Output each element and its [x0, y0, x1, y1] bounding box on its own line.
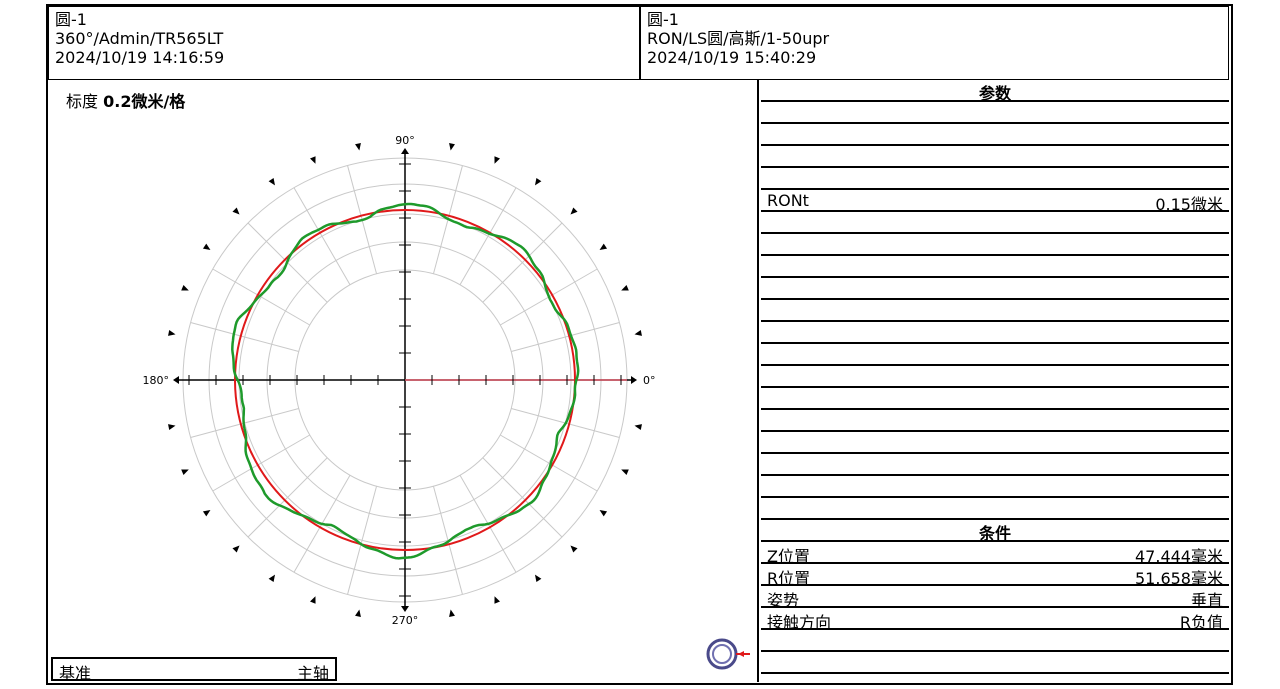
marker-triangle	[621, 285, 629, 291]
table-row	[761, 652, 1229, 674]
section-title: 条件	[978, 524, 1011, 543]
polar-chart: 0° 90° 180° 270°	[143, 134, 656, 627]
scale-value: 0.2微米/格	[103, 92, 186, 111]
header-left: 圆-1 360°/Admin/TR565LT 2024/10/19 14:16:…	[48, 6, 640, 80]
marker-triangle	[202, 510, 211, 517]
marker-triangle	[202, 243, 211, 250]
reference-box: 基准 主轴	[51, 657, 337, 683]
table-row	[761, 498, 1229, 520]
marker-triangle	[355, 143, 361, 151]
marker-triangle	[181, 469, 189, 475]
table-row	[761, 388, 1229, 410]
condition-row: 姿势 垂直	[761, 586, 1229, 610]
condition-row: 接触方向 R负值	[761, 608, 1229, 632]
header-left-datetime: 2024/10/19 14:16:59	[55, 48, 225, 67]
table-row	[761, 102, 1229, 124]
table-row	[761, 146, 1229, 168]
table-row	[761, 322, 1229, 344]
marker-triangle	[535, 177, 542, 186]
param-row: RONt 0.15微米	[761, 190, 1229, 214]
grid-spoke	[347, 486, 378, 595]
conditions-title: 条件	[761, 520, 1229, 543]
table-row	[761, 432, 1229, 454]
reference-value: 主轴	[296, 664, 329, 683]
marker-triangle	[570, 545, 578, 553]
row-label: RONt	[767, 191, 809, 210]
marker-triangle	[494, 156, 500, 164]
probe-direction-icon	[706, 638, 750, 670]
reference-label: 基准	[59, 664, 92, 683]
marker-triangle	[232, 207, 240, 215]
table-row	[761, 630, 1229, 652]
marker-triangle	[181, 285, 189, 291]
scale-prefix: 标度	[66, 92, 99, 111]
condition-row: R位置 51.658毫米	[761, 564, 1229, 588]
marker-triangle	[168, 424, 176, 430]
condition-row: Z位置 47.444毫米	[761, 542, 1229, 566]
marker-triangle	[268, 177, 275, 186]
marker-triangle	[634, 330, 642, 336]
parameters-title: 参数	[761, 80, 1229, 103]
axis-arrow-right	[631, 376, 637, 384]
angle-label-180: 180°	[143, 374, 170, 387]
marker-triangle	[310, 596, 316, 604]
table-row	[761, 300, 1229, 322]
marker-triangle	[621, 469, 629, 475]
header-right-name: 圆-1	[647, 10, 679, 29]
grid-spoke	[511, 322, 620, 353]
axis-arrow-left	[173, 376, 179, 384]
table-row	[761, 410, 1229, 432]
table-row	[761, 256, 1229, 278]
marker-triangle	[268, 574, 275, 583]
section-title: 参数	[978, 84, 1011, 103]
table-row	[761, 344, 1229, 366]
axis-arrow-down	[401, 606, 409, 612]
angle-label-270: 270°	[392, 614, 419, 627]
table-row	[761, 234, 1229, 256]
angle-label-90: 90°	[395, 134, 415, 147]
table-row	[761, 476, 1229, 498]
marker-triangle	[634, 424, 642, 430]
marker-triangle	[168, 330, 176, 336]
marker-triangle	[494, 596, 500, 604]
axis-arrow-up	[401, 148, 409, 154]
table-row	[761, 124, 1229, 146]
table-row	[761, 168, 1229, 190]
marker-triangle	[535, 574, 542, 583]
marker-triangle	[599, 510, 608, 517]
marker-triangle	[232, 545, 240, 553]
results-table: 参数 RONt 0.15微米条件 Z位置 47.444毫米 R位置 51.658毫米 姿势 垂直…	[757, 80, 1231, 682]
axis-ticks	[173, 148, 637, 612]
header-left-mode: 360°/Admin/TR565LT	[55, 29, 224, 48]
grid-spoke	[190, 322, 299, 353]
marker-triangle	[599, 243, 608, 250]
table-row	[761, 366, 1229, 388]
angle-label-0: 0°	[643, 374, 656, 387]
marker-triangle	[355, 609, 361, 617]
marker-triangle	[449, 609, 455, 617]
marker-triangle	[570, 207, 578, 215]
marker-triangle	[310, 156, 316, 164]
header-right: 圆-1 RON/LS圆/高斯/1-50upr 2024/10/19 15:40:…	[640, 6, 1229, 80]
header-right-mode: RON/LS圆/高斯/1-50upr	[647, 29, 830, 48]
header-right-datetime: 2024/10/19 15:40:29	[647, 48, 817, 67]
marker-triangle	[449, 143, 455, 151]
table-row	[761, 278, 1229, 300]
scale-label: 标度 0.2微米/格	[66, 88, 185, 112]
table-row	[761, 212, 1229, 234]
table-row	[761, 454, 1229, 476]
header-left-name: 圆-1	[55, 10, 87, 29]
